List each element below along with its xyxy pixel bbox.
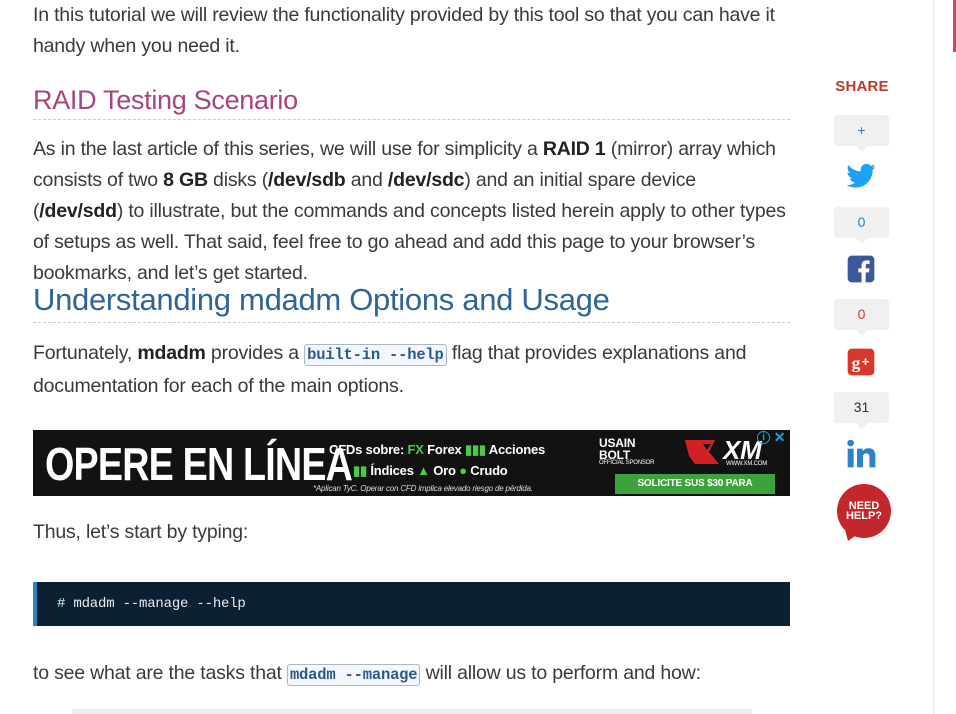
need-help-button[interactable]: NEED HELP? — [834, 484, 896, 542]
ad-legal-text: *Aplican TyC. Operar con CFD implica ele… — [313, 484, 533, 493]
thus-paragraph: Thus, let’s start by typing: — [33, 521, 249, 543]
fort-text-1: Fortunately, — [33, 342, 138, 364]
device-sdc: /dev/sdc — [387, 169, 465, 191]
device-sdb: /dev/sdb — [268, 169, 346, 191]
code-block: # mdadm --manage --help — [33, 582, 790, 626]
ad-headline: OPERE EN LÍNEA — [45, 438, 353, 490]
ad-sponsor-name: USAIN BOLT — [599, 437, 636, 461]
ad-indices: Índices — [370, 463, 414, 478]
tosee-text-2: will allow us to perform and how: — [420, 662, 701, 684]
fort-text-2: provides a — [205, 342, 305, 364]
heading-understanding-mdadm: Understanding mdadm Options and Usage — [33, 281, 790, 323]
heading-raid-testing-scenario: RAID Testing Scenario — [33, 83, 790, 120]
raid-paragraph: As in the last article of this series, w… — [33, 134, 790, 289]
ad-forex: Forex — [427, 442, 462, 457]
ad-cfd-prefix: CFDs sobre: — [329, 442, 405, 457]
mdadm-bold: mdadm — [137, 342, 206, 364]
ad-official-sponsor: OFFICIAL SPONSOR — [599, 460, 655, 466]
disk-size: 8 GB — [163, 169, 208, 191]
ad-site: WWW.XM.COM — [726, 461, 767, 467]
raid-level: RAID 1 — [542, 138, 606, 160]
google-plus-icon[interactable]: g + — [845, 346, 877, 378]
tosee-paragraph: to see what are the tasks that mdadm --m… — [33, 658, 790, 691]
fortunately-paragraph: Fortunately, mdadm provides a built-in -… — [33, 338, 790, 402]
ad-banner[interactable]: OPERE EN LÍNEA CFDs sobre: FX Forex ▮▮▮ … — [33, 430, 790, 496]
bar-chart-icon: ▮▮▮ — [464, 442, 486, 457]
ad-fx: FX — [407, 442, 424, 457]
intro-paragraph: In this tutorial we will review the func… — [33, 4, 775, 57]
raid-text-3: disks ( — [207, 169, 268, 191]
facebook-count: 0 — [834, 207, 889, 244]
facebook-icon[interactable] — [845, 253, 877, 285]
device-sdd: /dev/sdd — [39, 200, 117, 222]
raid-text-1: As in the last article of this series, w… — [33, 138, 543, 160]
sidebar-divider — [933, 0, 934, 714]
chart-icon: ▮▮ — [353, 463, 367, 478]
ad-crudo: Crudo — [470, 463, 508, 478]
linkedin-icon[interactable] — [845, 438, 877, 470]
next-block-edge — [72, 709, 752, 714]
ad-commodities-line: ▮▮ Índices ▲ Oro ● Crudo — [353, 463, 508, 479]
google-plus-count: 0 — [834, 299, 889, 336]
share-more-button[interactable]: + — [834, 115, 889, 152]
raid-text-6: ) to illustrate, but the commands and co… — [33, 200, 786, 284]
tosee-text-1: to see what are the tasks that — [33, 662, 287, 684]
need-help-line2: HELP? — [846, 510, 882, 522]
ad-controls[interactable]: i ✕ — [757, 430, 787, 445]
svg-text:g: g — [852, 354, 861, 373]
linkedin-count: 31 — [834, 392, 889, 429]
twitter-icon[interactable] — [845, 160, 877, 192]
oil-drop-icon: ● — [459, 463, 467, 478]
inline-code-manage: mdadm --manage — [286, 664, 421, 686]
close-icon[interactable]: ✕ — [773, 430, 786, 444]
code-block-text: # mdadm --manage --help — [57, 596, 246, 612]
share-title: SHARE — [835, 78, 889, 95]
ad-cta-button[interactable]: SOLICITE SUS $30 PARA OPERAR* — [615, 474, 775, 494]
ad-acciones: Acciones — [488, 442, 545, 457]
ad-oro: Oro — [433, 463, 456, 478]
inline-code-help: built-in --help — [304, 344, 447, 366]
ad-cfd-line: CFDs sobre: FX Forex ▮▮▮ Acciones — [329, 442, 545, 458]
svg-text:+: + — [862, 354, 870, 369]
raid-text-4: and — [345, 169, 388, 191]
info-icon[interactable]: i — [757, 431, 770, 444]
gold-bars-icon: ▲ — [417, 463, 430, 478]
